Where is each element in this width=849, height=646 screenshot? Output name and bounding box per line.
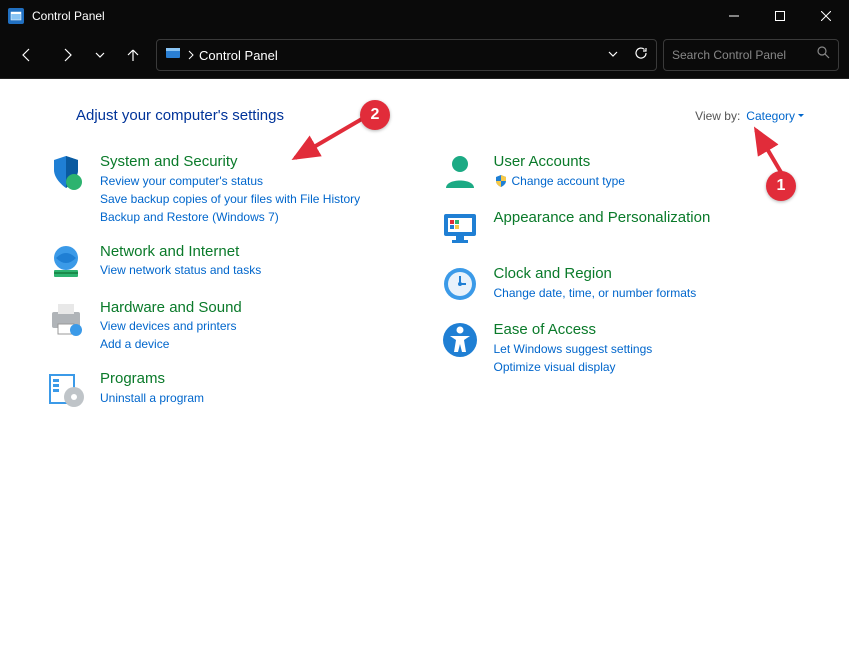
clock-icon [440, 264, 480, 304]
category-network-internet: Network and Internet View network status… [46, 242, 416, 282]
category-column-left: System and Security Review your computer… [46, 152, 416, 409]
category-title[interactable]: User Accounts [494, 152, 810, 172]
chevron-down-icon [797, 112, 805, 120]
address-dropdown-button[interactable] [608, 46, 618, 64]
navigation-bar: Control Panel [0, 32, 849, 79]
address-bar[interactable]: Control Panel [156, 39, 657, 71]
category-title[interactable]: Hardware and Sound [100, 298, 416, 318]
category-title[interactable]: System and Security [100, 152, 416, 172]
category-system-security: System and Security Review your computer… [46, 152, 416, 226]
up-button[interactable] [116, 38, 150, 72]
address-crumb[interactable]: Control Panel [199, 48, 278, 63]
category-link[interactable]: Backup and Restore (Windows 7) [100, 208, 416, 226]
category-link[interactable]: Uninstall a program [100, 389, 416, 407]
printer-icon [46, 298, 86, 338]
annotation-marker-1: 1 [766, 171, 796, 201]
category-title[interactable]: Clock and Region [494, 264, 810, 284]
category-title[interactable]: Ease of Access [494, 320, 810, 340]
category-column-right: User Accounts Change account type Appear… [440, 152, 810, 409]
category-hardware-sound: Hardware and Sound View devices and prin… [46, 298, 416, 354]
category-clock-region: Clock and Region Change date, time, or n… [440, 264, 810, 304]
category-user-accounts: User Accounts Change account type [440, 152, 810, 192]
window-icon [8, 8, 24, 24]
search-icon [817, 46, 830, 64]
category-link[interactable]: Add a device [100, 335, 416, 353]
close-button[interactable] [803, 0, 849, 32]
window-title: Control Panel [32, 9, 105, 23]
chevron-right-icon [187, 50, 195, 60]
viewby-dropdown[interactable]: Category [746, 109, 805, 123]
viewby-value: Category [746, 109, 795, 123]
minimize-button[interactable] [711, 0, 757, 32]
monitor-icon [440, 208, 480, 248]
uac-shield-icon [494, 174, 508, 188]
programs-icon [46, 369, 86, 409]
category-ease-of-access: Ease of Access Let Windows suggest setti… [440, 320, 810, 376]
category-link[interactable]: View network status and tasks [100, 261, 416, 279]
globe-icon [46, 242, 86, 282]
annotation-marker-2: 2 [360, 100, 390, 130]
content-area: Adjust your computer's settings View by:… [0, 79, 849, 646]
category-link[interactable]: Change date, time, or number formats [494, 284, 810, 302]
category-link[interactable]: View devices and printers [100, 317, 416, 335]
category-link[interactable]: Let Windows suggest settings [494, 340, 810, 358]
accessibility-icon [440, 320, 480, 360]
refresh-button[interactable] [634, 46, 648, 65]
category-link[interactable]: Change account type [512, 172, 625, 190]
shield-icon [46, 152, 86, 192]
viewby-label: View by: [695, 109, 740, 123]
category-programs: Programs Uninstall a program [46, 369, 416, 409]
search-input[interactable] [672, 48, 830, 62]
category-title[interactable]: Network and Internet [100, 242, 416, 262]
forward-button[interactable] [50, 38, 84, 72]
recent-locations-button[interactable] [90, 38, 110, 72]
page-title: Adjust your computer's settings [76, 107, 284, 124]
search-box[interactable] [663, 39, 839, 71]
category-title[interactable]: Programs [100, 369, 416, 389]
category-appearance: Appearance and Personalization [440, 208, 810, 248]
user-icon [440, 152, 480, 192]
category-title[interactable]: Appearance and Personalization [494, 208, 810, 228]
category-link[interactable]: Review your computer's status [100, 172, 416, 190]
titlebar: Control Panel [0, 0, 849, 32]
category-link[interactable]: Optimize visual display [494, 358, 810, 376]
maximize-button[interactable] [757, 0, 803, 32]
address-icon [165, 45, 181, 66]
category-link[interactable]: Save backup copies of your files with Fi… [100, 190, 416, 208]
back-button[interactable] [10, 38, 44, 72]
